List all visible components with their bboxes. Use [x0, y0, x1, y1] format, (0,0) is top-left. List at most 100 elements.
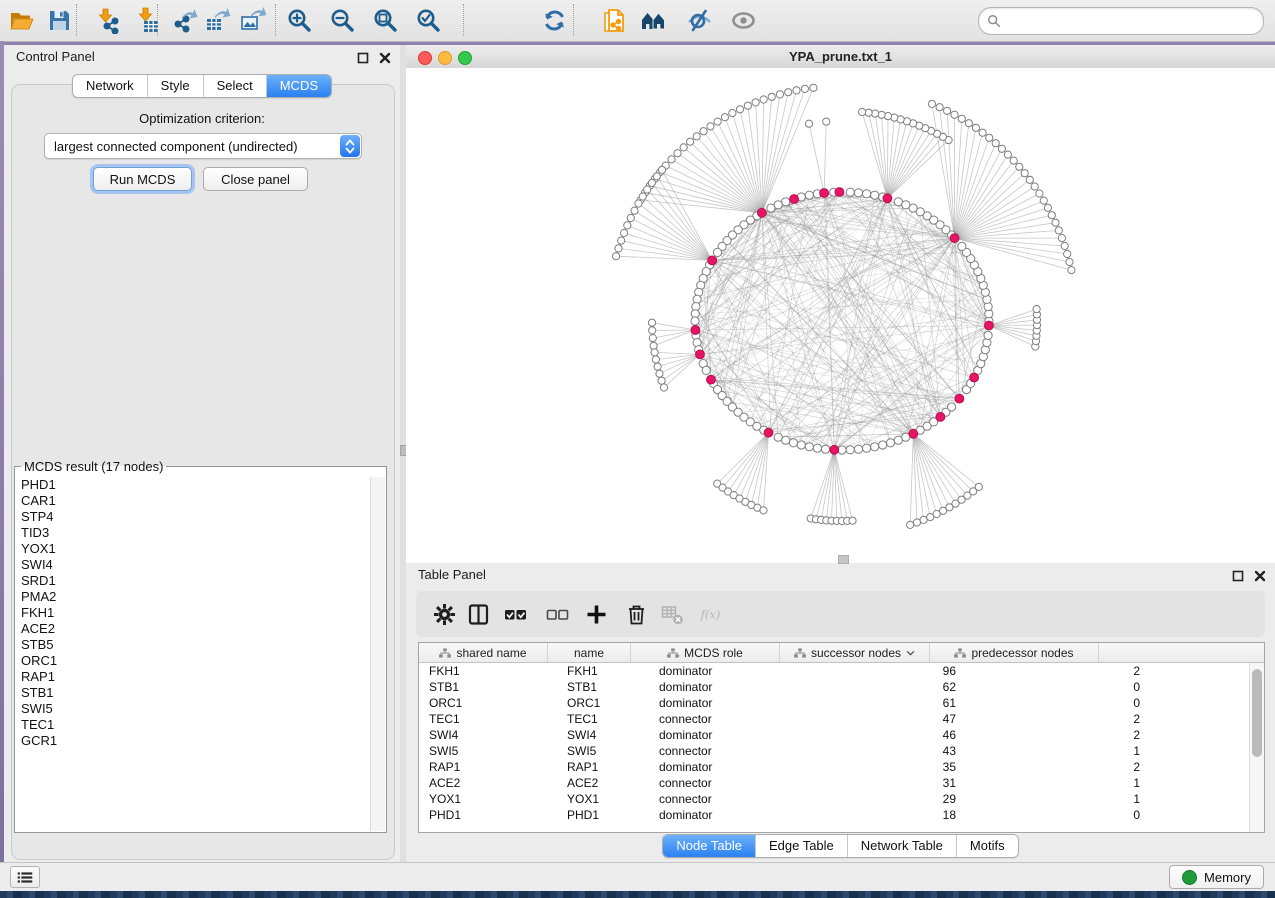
- graph-leaf-node[interactable]: [644, 186, 651, 193]
- graph-leaf-node[interactable]: [992, 140, 999, 147]
- graph-node[interactable]: [821, 445, 829, 453]
- graph-leaf-node[interactable]: [975, 483, 982, 490]
- graph-leaf-node[interactable]: [907, 521, 914, 528]
- graph-leaf-node[interactable]: [785, 89, 792, 96]
- graph-mcds-node[interactable]: [950, 234, 959, 243]
- graph-leaf-node[interactable]: [744, 102, 751, 109]
- graph-leaf-node[interactable]: [859, 108, 866, 115]
- graph-leaf-node[interactable]: [649, 327, 656, 334]
- graph-mcds-node[interactable]: [955, 394, 964, 403]
- graph-leaf-node[interactable]: [668, 156, 675, 163]
- open-file-button[interactable]: [4, 5, 38, 35]
- table-row[interactable]: YOX1YOX1connector291: [419, 791, 1264, 807]
- graph-leaf-node[interactable]: [1044, 204, 1051, 211]
- graph-leaf-node[interactable]: [998, 145, 1005, 152]
- graph-node[interactable]: [789, 439, 797, 447]
- table-row[interactable]: ACE2ACE2connector311: [419, 775, 1264, 791]
- graph-leaf-node[interactable]: [1026, 176, 1033, 183]
- mcds-result-item[interactable]: STB5: [21, 637, 371, 653]
- graph-leaf-node[interactable]: [979, 129, 986, 136]
- graph-leaf-node[interactable]: [648, 319, 655, 326]
- graph-mcds-node[interactable]: [936, 413, 945, 422]
- tab-select[interactable]: Select: [203, 75, 266, 97]
- column-header-predecessor-nodes[interactable]: predecessor nodes: [930, 643, 1099, 662]
- export-table-button[interactable]: [200, 5, 234, 35]
- show-graphics-details-button[interactable]: [726, 5, 760, 35]
- graph-leaf-node[interactable]: [928, 100, 935, 107]
- graph-leaf-node[interactable]: [1066, 258, 1073, 265]
- deselect-all-check-button[interactable]: [543, 601, 571, 627]
- graph-leaf-node[interactable]: [752, 99, 759, 106]
- graph-leaf-node[interactable]: [1068, 267, 1075, 274]
- graph-leaf-node[interactable]: [1058, 235, 1065, 242]
- tab-mcds[interactable]: MCDS: [266, 75, 331, 97]
- graph-node[interactable]: [846, 188, 854, 196]
- graph-node[interactable]: [894, 198, 902, 206]
- graph-mcds-node[interactable]: [820, 189, 829, 198]
- mcds-result-item[interactable]: FKH1: [21, 605, 371, 621]
- graph-leaf-node[interactable]: [768, 93, 775, 100]
- mcds-result-scrollbar[interactable]: [370, 477, 385, 831]
- mcds-result-item[interactable]: ORC1: [21, 653, 371, 669]
- graph-leaf-node[interactable]: [693, 133, 700, 140]
- column-visibility-button[interactable]: [464, 601, 492, 627]
- network-canvas[interactable]: [406, 68, 1275, 562]
- graph-leaf-node[interactable]: [1021, 170, 1028, 177]
- graph-mcds-node[interactable]: [764, 428, 773, 437]
- graph-node[interactable]: [767, 204, 775, 212]
- import-network-button[interactable]: [92, 5, 126, 35]
- graph-leaf-node[interactable]: [635, 200, 642, 207]
- network-search-button[interactable]: [636, 5, 670, 35]
- graph-leaf-node[interactable]: [649, 335, 656, 342]
- save-session-button[interactable]: [42, 5, 76, 35]
- graph-mcds-node[interactable]: [691, 326, 700, 335]
- table-row[interactable]: FKH1FKH1dominator962: [419, 663, 1264, 679]
- mcds-result-item[interactable]: STP4: [21, 509, 371, 525]
- mcds-result-item[interactable]: YOX1: [21, 541, 371, 557]
- graph-leaf-node[interactable]: [1055, 227, 1062, 234]
- run-mcds-button[interactable]: Run MCDS: [93, 167, 192, 191]
- delete-column-button[interactable]: [622, 601, 650, 627]
- graph-leaf-node[interactable]: [613, 253, 620, 260]
- graph-node[interactable]: [863, 190, 871, 198]
- zoom-in-button[interactable]: [282, 5, 316, 35]
- graph-leaf-node[interactable]: [1052, 219, 1059, 226]
- close-table-panel-icon[interactable]: [1252, 568, 1267, 583]
- graph-mcds-node[interactable]: [707, 375, 716, 384]
- graph-leaf-node[interactable]: [653, 173, 660, 180]
- search-input[interactable]: [1005, 10, 1263, 32]
- graph-leaf-node[interactable]: [631, 207, 638, 214]
- hide-graphics-details-button[interactable]: [682, 5, 716, 35]
- graph-leaf-node[interactable]: [878, 111, 885, 118]
- graph-node[interactable]: [854, 189, 862, 197]
- graph-mcds-node[interactable]: [909, 429, 918, 438]
- table-scrollbar[interactable]: [1249, 663, 1264, 832]
- import-table-button[interactable]: [132, 5, 166, 35]
- graph-mcds-node[interactable]: [790, 195, 799, 204]
- graph-leaf-node[interactable]: [652, 356, 659, 363]
- column-header-successor-nodes[interactable]: successor nodes: [780, 643, 930, 662]
- mcds-result-item[interactable]: GCR1: [21, 733, 371, 749]
- graph-leaf-node[interactable]: [648, 179, 655, 186]
- graph-node[interactable]: [774, 433, 782, 441]
- table-row[interactable]: SWI4SWI4dominator462: [419, 727, 1264, 743]
- graph-leaf-node[interactable]: [776, 91, 783, 98]
- graph-node[interactable]: [797, 441, 805, 449]
- graph-leaf-node[interactable]: [627, 214, 634, 221]
- graph-leaf-node[interactable]: [687, 138, 694, 145]
- graph-leaf-node[interactable]: [972, 124, 979, 131]
- column-header-shared-name[interactable]: shared name: [419, 643, 548, 662]
- mcds-result-item[interactable]: TID3: [21, 525, 371, 541]
- select-all-check-button[interactable]: [501, 601, 529, 627]
- float-panel-icon[interactable]: [355, 50, 370, 65]
- graph-leaf-node[interactable]: [1036, 190, 1043, 197]
- memory-button[interactable]: Memory: [1169, 865, 1264, 889]
- graph-mcds-node[interactable]: [883, 194, 892, 203]
- graph-node[interactable]: [782, 198, 790, 206]
- graph-mcds-node[interactable]: [758, 208, 767, 217]
- table-row[interactable]: STB1STB1dominator620: [419, 679, 1264, 695]
- graph-leaf-node[interactable]: [615, 245, 622, 252]
- mcds-result-item[interactable]: CAR1: [21, 493, 371, 509]
- graph-leaf-node[interactable]: [1031, 183, 1038, 190]
- graph-leaf-node[interactable]: [1033, 306, 1040, 313]
